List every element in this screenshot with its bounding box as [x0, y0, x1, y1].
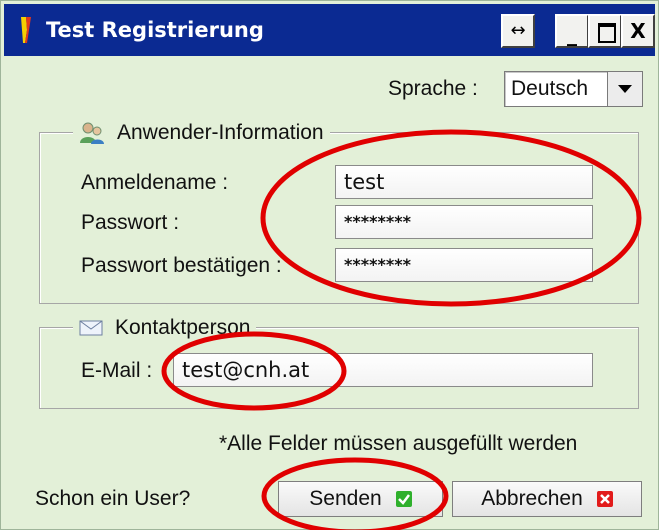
- language-selected-value: Deutsch: [511, 77, 589, 100]
- title-bar[interactable]: Test Registrierung ↔ _ X: [4, 4, 655, 56]
- password-confirm-input[interactable]: ********: [335, 248, 593, 282]
- window-title: Test Registrierung: [46, 18, 264, 42]
- language-label: Sprache :: [388, 77, 478, 100]
- app-icon: [21, 17, 31, 43]
- resize-icon: ↔: [510, 20, 526, 41]
- close-icon: X: [630, 19, 646, 43]
- envelope-icon: [79, 320, 103, 336]
- check-icon: [395, 491, 412, 507]
- send-button[interactable]: Senden: [278, 481, 443, 517]
- cancel-button[interactable]: Abbrechen: [452, 481, 642, 517]
- email-input[interactable]: test@cnh.at: [173, 353, 593, 387]
- user-info-legend: Anwender-Information: [73, 118, 330, 148]
- email-label: E-Mail :: [81, 359, 153, 382]
- users-icon: [80, 122, 104, 145]
- password-label: Passwort :: [81, 211, 180, 234]
- chevron-down-icon[interactable]: [607, 72, 642, 106]
- user-info-title: Anwender-Information: [117, 121, 324, 144]
- contact-title: Kontaktperson: [115, 316, 251, 339]
- password-confirm-label: Passwort bestätigen :: [81, 254, 282, 277]
- minimize-icon: _: [567, 22, 577, 46]
- resize-button[interactable]: ↔: [501, 14, 535, 48]
- registration-window: Test Registrierung ↔ _ X Sprache : Deuts…: [0, 0, 659, 530]
- existing-user-text: Schon ein User?: [35, 487, 191, 510]
- minimize-button[interactable]: _: [555, 14, 589, 48]
- username-label: Anmeldename :: [81, 171, 229, 194]
- password-input[interactable]: ********: [335, 205, 593, 239]
- required-fields-note: *Alle Felder müssen ausgefüllt werden: [219, 432, 578, 455]
- maximize-icon: [598, 23, 616, 43]
- maximize-button[interactable]: [588, 14, 622, 48]
- cancel-button-label: Abbrechen: [481, 487, 583, 510]
- x-icon: [596, 491, 613, 507]
- close-button[interactable]: X: [621, 14, 655, 48]
- contact-legend: Kontaktperson: [73, 313, 257, 343]
- language-select[interactable]: Deutsch: [504, 71, 643, 107]
- username-input[interactable]: test: [335, 165, 593, 199]
- send-button-label: Senden: [309, 487, 382, 510]
